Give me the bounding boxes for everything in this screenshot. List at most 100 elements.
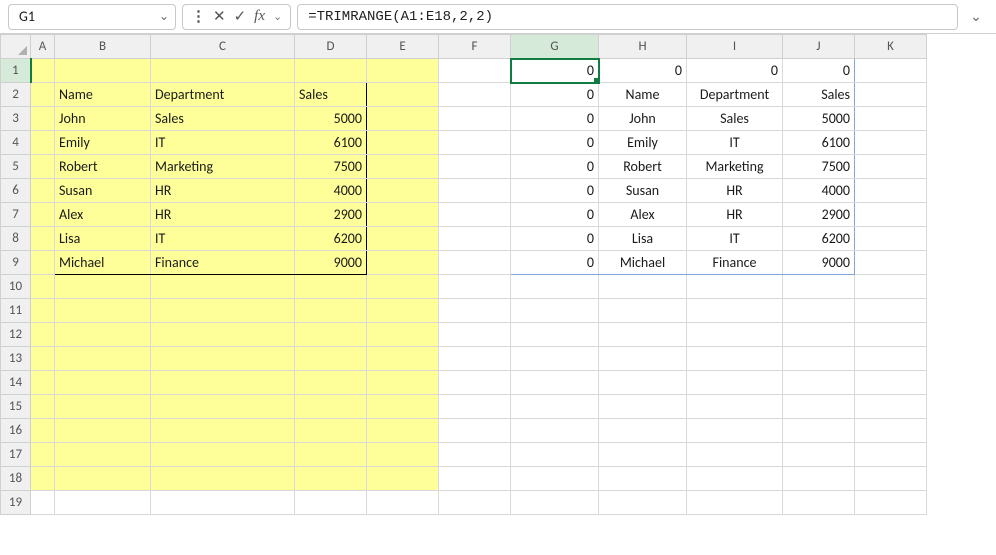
cell-A5[interactable] [31,155,55,179]
cell-A6[interactable] [31,179,55,203]
cell-F10[interactable] [439,275,511,299]
cell-D1[interactable] [295,59,367,83]
cell-B17[interactable] [55,443,151,467]
cell-I2[interactable]: Department [687,83,783,107]
cell-C17[interactable] [151,443,295,467]
cell-C18[interactable] [151,467,295,491]
cell-E14[interactable] [367,371,439,395]
row-header-7[interactable]: 7 [1,203,31,227]
col-header-D[interactable]: D [295,35,367,59]
cell-B4[interactable]: Emily [55,131,151,155]
cell-I13[interactable] [687,347,783,371]
col-header-H[interactable]: H [599,35,687,59]
col-header-C[interactable]: C [151,35,295,59]
cell-F13[interactable] [439,347,511,371]
cell-D5[interactable]: 7500 [295,155,367,179]
cell-K4[interactable] [855,131,927,155]
cell-G17[interactable] [511,443,599,467]
cell-J4[interactable]: 6100 [783,131,855,155]
cell-H5[interactable]: Robert [599,155,687,179]
cell-F1[interactable] [439,59,511,83]
cell-K6[interactable] [855,179,927,203]
cell-K9[interactable] [855,251,927,275]
cell-D16[interactable] [295,419,367,443]
row-header-18[interactable]: 18 [1,467,31,491]
cell-D3[interactable]: 5000 [295,107,367,131]
cell-B19[interactable] [55,491,151,515]
cell-C1[interactable] [151,59,295,83]
cell-E13[interactable] [367,347,439,371]
cell-B10[interactable] [55,275,151,299]
row-header-2[interactable]: 2 [1,83,31,107]
cell-A11[interactable] [31,299,55,323]
cell-C19[interactable] [151,491,295,515]
cell-F9[interactable] [439,251,511,275]
cell-A12[interactable] [31,323,55,347]
cell-C14[interactable] [151,371,295,395]
cell-K11[interactable] [855,299,927,323]
row-header-6[interactable]: 6 [1,179,31,203]
cell-H2[interactable]: Name [599,83,687,107]
cancel-icon[interactable]: ✕ [213,7,226,26]
cell-D2[interactable]: Sales [295,83,367,107]
cell-B6[interactable]: Susan [55,179,151,203]
cell-I18[interactable] [687,467,783,491]
row-header-8[interactable]: 8 [1,227,31,251]
cell-H11[interactable] [599,299,687,323]
cell-J5[interactable]: 7500 [783,155,855,179]
chevron-down-icon[interactable]: ⌄ [273,10,282,23]
cell-I1[interactable]: 0 [687,59,783,83]
cell-B12[interactable] [55,323,151,347]
cell-D9[interactable]: 9000 [295,251,367,275]
cell-A10[interactable] [31,275,55,299]
cell-K8[interactable] [855,227,927,251]
row-header-14[interactable]: 14 [1,371,31,395]
cell-J6[interactable]: 4000 [783,179,855,203]
cell-E19[interactable] [367,491,439,515]
cell-I7[interactable]: HR [687,203,783,227]
cell-K2[interactable] [855,83,927,107]
enter-icon[interactable]: ✓ [234,7,247,26]
cell-H16[interactable] [599,419,687,443]
worksheet[interactable]: ABCDEFGHIJK 100002NameDepartmentSales0Na… [0,34,996,515]
row-header-1[interactable]: 1 [1,59,31,83]
cell-B9[interactable]: Michael [55,251,151,275]
cell-K5[interactable] [855,155,927,179]
cell-H7[interactable]: Alex [599,203,687,227]
cell-J16[interactable] [783,419,855,443]
cell-D11[interactable] [295,299,367,323]
formula-input[interactable]: =TRIMRANGE(A1:E18,2,2) [297,4,958,30]
cell-E1[interactable] [367,59,439,83]
cell-F7[interactable] [439,203,511,227]
cell-J17[interactable] [783,443,855,467]
cell-A4[interactable] [31,131,55,155]
cell-G10[interactable] [511,275,599,299]
cell-F5[interactable] [439,155,511,179]
cell-C11[interactable] [151,299,295,323]
cell-D17[interactable] [295,443,367,467]
cell-G11[interactable] [511,299,599,323]
cell-A15[interactable] [31,395,55,419]
cell-A2[interactable] [31,83,55,107]
cell-D10[interactable] [295,275,367,299]
col-header-J[interactable]: J [783,35,855,59]
cell-J15[interactable] [783,395,855,419]
cell-E4[interactable] [367,131,439,155]
cell-B18[interactable] [55,467,151,491]
cell-A7[interactable] [31,203,55,227]
cell-F12[interactable] [439,323,511,347]
cell-B1[interactable] [55,59,151,83]
cell-F2[interactable] [439,83,511,107]
cell-G1[interactable]: 0 [511,59,599,83]
cell-E9[interactable] [367,251,439,275]
cell-E16[interactable] [367,419,439,443]
cell-K3[interactable] [855,107,927,131]
cell-K18[interactable] [855,467,927,491]
cell-C8[interactable]: IT [151,227,295,251]
cell-B16[interactable] [55,419,151,443]
cell-J7[interactable]: 2900 [783,203,855,227]
cell-C5[interactable]: Marketing [151,155,295,179]
cell-G2[interactable]: 0 [511,83,599,107]
cell-B8[interactable]: Lisa [55,227,151,251]
cell-E5[interactable] [367,155,439,179]
